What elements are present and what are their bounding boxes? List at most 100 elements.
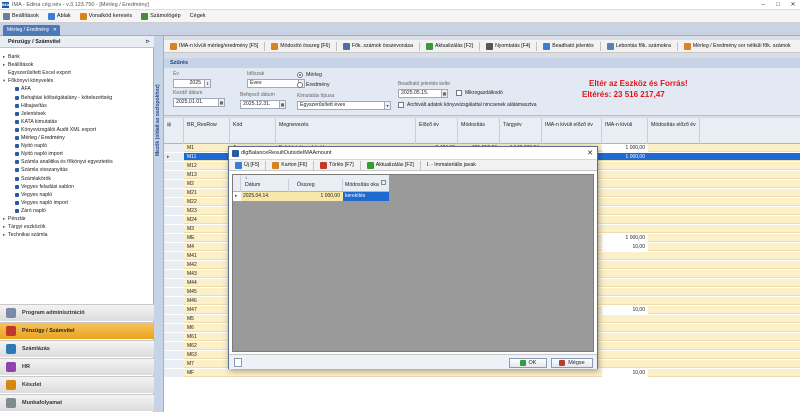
grid-cell-row[interactable]: M7 (184, 360, 230, 368)
close-window-button[interactable]: ✕ (786, 0, 800, 10)
dialog-toolbar-button[interactable]: Karton [F6] (272, 161, 307, 169)
module-button[interactable]: Program adminisztráció (0, 304, 154, 321)
grid-cell-row[interactable]: M46 (184, 297, 230, 305)
module-button[interactable]: Munkafolyamat (0, 394, 154, 411)
grid-cell-row[interactable]: M43 (184, 270, 230, 278)
nav-tree-item[interactable]: Jelentések (10, 110, 46, 118)
grid-cell-mod_e[interactable] (648, 234, 700, 242)
grid-column-header[interactable]: Előző év (416, 118, 458, 144)
grid-cell-imak[interactable] (602, 270, 648, 278)
grid-column-header[interactable]: IMA-n kívüli előző év (542, 118, 602, 144)
grid-cell-row[interactable]: M63 (184, 351, 230, 359)
module-button[interactable]: Számlázás (0, 340, 154, 357)
grid-cell-imak[interactable]: 10,00 (602, 369, 648, 377)
grid-cell-mod_e[interactable] (648, 342, 700, 350)
start-date-field[interactable]: 2025.01.01. ▦ (173, 98, 225, 107)
grid-cell-imak[interactable] (602, 216, 648, 224)
grid-cell-mod_e[interactable] (648, 270, 700, 278)
grid-column-header[interactable]: Kód (230, 118, 276, 144)
nav-tree-item[interactable]: Vegyes napló import (10, 199, 68, 207)
grid-column-header[interactable]: Megnevezés (276, 118, 416, 144)
grid-cell-mod_e[interactable] (648, 351, 700, 359)
ok-button[interactable]: OK (509, 358, 547, 368)
toolbar-button[interactable]: Mérleg / Eredmény sor nélküli fők. számo… (683, 42, 791, 50)
toolbar-button[interactable]: Lebontás fők. számokra (606, 42, 671, 50)
grid-cell-mod_e[interactable] (648, 279, 700, 287)
grid-cell-row[interactable]: M12 (184, 162, 230, 170)
grid-cell-imak[interactable] (602, 162, 648, 170)
grid-cell-mod_e[interactable] (648, 180, 700, 188)
grid-cell-row[interactable]: M23 (184, 207, 230, 215)
field-chooser-strip[interactable]: Mezők (oldalt az oszlopokhoz) (154, 36, 164, 412)
grid-column-header[interactable]: BR_ResRow (184, 118, 230, 144)
grid-cell-imak[interactable] (602, 261, 648, 269)
module-button[interactable]: HR (0, 358, 154, 375)
dialog-print-icon[interactable] (234, 358, 242, 367)
grid-cell-row[interactable]: M2 (184, 180, 230, 188)
end-date-calendar-icon[interactable]: ▦ (279, 101, 285, 108)
grid-cell-imak[interactable] (602, 333, 648, 341)
maximize-button[interactable]: □ (771, 0, 785, 10)
grid-column-header[interactable]: Módosítás (458, 118, 500, 144)
mikro-checkbox[interactable]: Mikrogazdálkodó (456, 90, 503, 96)
radio-merleg[interactable]: Mérleg (297, 72, 322, 78)
beadhato-calendar-icon[interactable]: ▦ (441, 90, 447, 97)
grid-cell-imak[interactable] (602, 279, 648, 287)
dialog-toolbar-button[interactable]: I. - Immateriális javak (427, 162, 476, 168)
grid-cell-targy[interactable] (500, 369, 542, 377)
nav-tree-item[interactable]: Számla analitika és főkönyvi egyeztetés (10, 158, 113, 166)
grid-cell-mod_e[interactable] (648, 324, 700, 332)
grid-cell-row[interactable]: M41 (184, 252, 230, 260)
toolbar-button[interactable]: Beadható jelentés (543, 42, 594, 50)
radio-eredmeny[interactable]: Eredmény (297, 82, 330, 88)
grid-cell-row[interactable]: M13 (184, 171, 230, 179)
grid-cell-imak[interactable] (602, 342, 648, 350)
grid-cell-imak[interactable] (602, 351, 648, 359)
nav-tree-item[interactable]: Nyitó napló (10, 142, 47, 150)
minimize-button[interactable]: – (756, 0, 770, 10)
menu-item[interactable]: Vonalkód keresés (79, 12, 132, 20)
dialog-cell-ok[interactable]: kerekítés (343, 192, 389, 201)
grid-cell-row[interactable]: M45 (184, 288, 230, 296)
nav-tree-item[interactable]: Záró napló (10, 207, 46, 215)
grid-cell-imak_e[interactable] (542, 369, 602, 377)
grid-cell-row[interactable]: M62 (184, 342, 230, 350)
nav-tree-item[interactable]: ÁFA (10, 85, 31, 93)
grid-cell-elozo[interactable] (416, 369, 458, 377)
tab-merleg-eredmeny[interactable]: Mérleg / Eredmény ✕ (3, 25, 60, 36)
nav-tree-item[interactable]: Nyitó napló import (10, 150, 63, 158)
grid-cell-imak[interactable] (602, 252, 648, 260)
grid-cell-imak[interactable] (602, 288, 648, 296)
grid-cell-imak[interactable]: 1 000,00 (602, 234, 648, 242)
dialog-close-icon[interactable]: ✕ (587, 147, 593, 160)
nav-tree-item[interactable]: Behajtási költségátalány - kötelezettség (10, 94, 112, 102)
grid-cell-mod_e[interactable] (648, 225, 700, 233)
grid-cell-row[interactable]: M47 (184, 306, 230, 314)
kimutatas-select[interactable]: Egyszerűsített éves ▾ (297, 101, 391, 110)
nav-tree-item[interactable]: ▸ Beállítások (3, 61, 33, 69)
nav-tree-item[interactable]: Mérleg / Eredmény (10, 134, 65, 142)
module-button[interactable]: Pénzügy / Számvitel (0, 322, 154, 339)
nav-tree-item[interactable]: Számlakörök (10, 175, 51, 183)
module-button[interactable]: Készlet (0, 376, 154, 393)
grid-cell-row[interactable]: M42 (184, 261, 230, 269)
grid-cell-mod_e[interactable] (648, 306, 700, 314)
grid-cell-mod_e[interactable] (648, 315, 700, 323)
nav-tree-item[interactable]: ▸ Tárgyi eszközök (3, 223, 45, 231)
grid-cell-mod[interactable] (458, 369, 500, 377)
grid-cell-imak[interactable]: 1 000,00 (602, 153, 648, 161)
grid-cell-mod_e[interactable] (648, 216, 700, 224)
grid-cell-mod_e[interactable] (648, 288, 700, 296)
grid-cell-mod_e[interactable] (648, 207, 700, 215)
toolbar-button[interactable]: Módosító összeg [F6] (271, 42, 330, 50)
grid-column-header[interactable]: Tárgyév (500, 118, 542, 144)
column-chooser-icon[interactable] (381, 180, 386, 185)
menu-item[interactable]: Cégek (190, 13, 206, 19)
year-spin-icon[interactable]: ⇕ (204, 80, 210, 87)
year-field[interactable]: 2025 ⇕ (173, 79, 211, 88)
grid-cell-imak[interactable] (602, 225, 648, 233)
dialog-toolbar-button[interactable]: Aktualizálás [F2] (366, 161, 414, 169)
grid-cell-row[interactable]: M3 (184, 225, 230, 233)
menu-item[interactable]: Ablak (47, 12, 71, 20)
grid-cell-mod_e[interactable] (648, 171, 700, 179)
